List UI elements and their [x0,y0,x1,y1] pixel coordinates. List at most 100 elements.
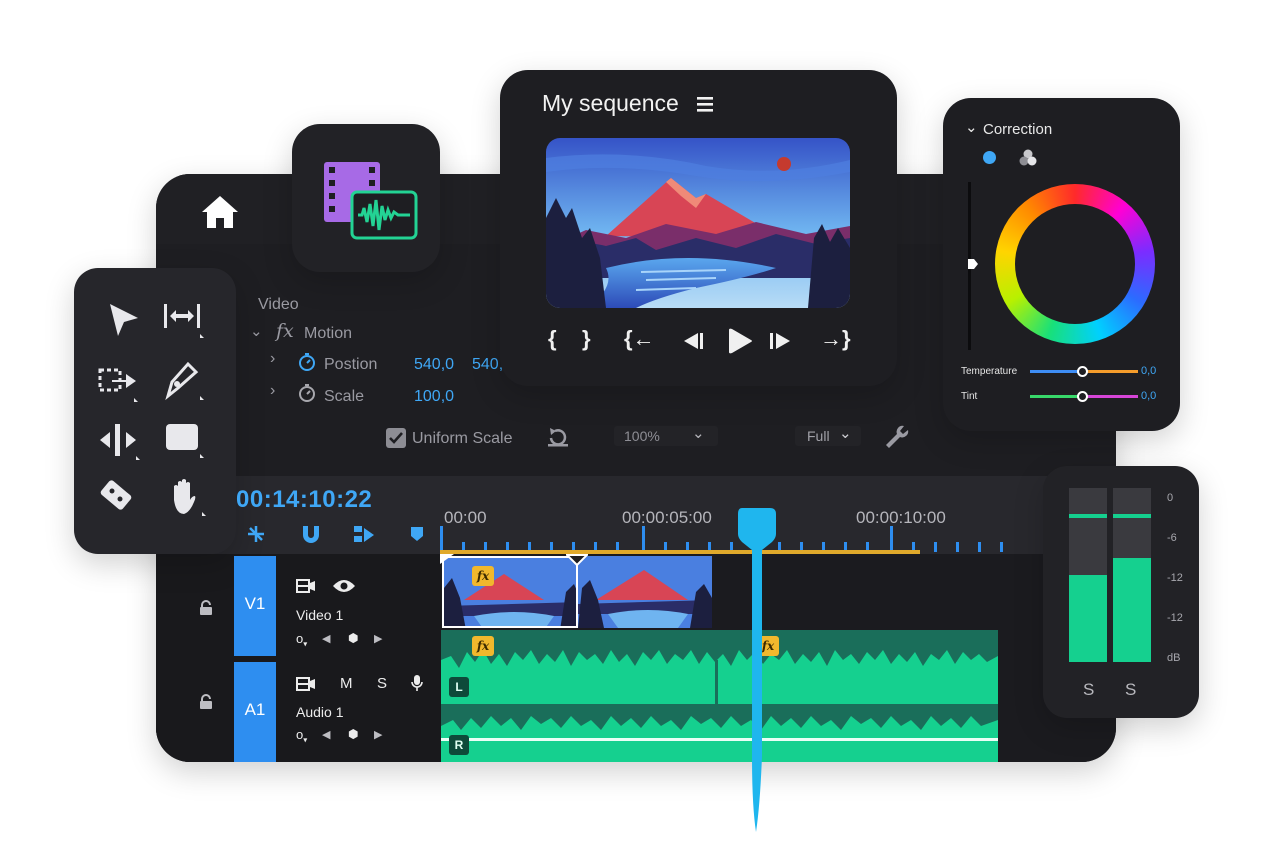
channel-right-badge: R [449,735,469,755]
uniform-scale-checkbox[interactable] [386,428,406,448]
chevron-down-icon: ⌄ [839,425,852,442]
color-wheel[interactable] [995,184,1155,344]
timecode[interactable]: 00:14:10:22 [236,486,372,514]
chevron-right-icon[interactable]: › [270,382,275,400]
temperature-value[interactable]: 0,0 [1141,365,1156,377]
scale-value[interactable]: 100,0 [414,388,454,406]
hand-tool-icon[interactable] [162,474,206,518]
toggle-track-output-icon[interactable] [296,676,316,692]
section-video-label: Video [258,296,299,313]
film-audio-icon [324,162,418,240]
zoom-dropdown[interactable]: 100% ⌄ [614,425,718,446]
solo-left-button[interactable]: S [1083,680,1094,700]
razor-tool-icon[interactable] [94,474,138,518]
slider-handle-icon[interactable] [967,258,979,270]
meter-right-peak [1113,514,1151,518]
audio-clip[interactable] [441,630,998,762]
stopwatch-icon[interactable] [298,352,316,372]
add-keyframe-icon[interactable]: ⬢ [348,727,358,741]
keyframe-options-icon[interactable]: o▾ [296,727,307,745]
track-name[interactable]: Video 1 [296,607,343,623]
solo-right-button[interactable]: S [1125,680,1136,700]
lock-icon[interactable] [198,694,214,710]
tint-value[interactable]: 0,0 [1141,390,1156,402]
step-back-icon[interactable] [682,332,706,350]
menu-icon[interactable] [696,95,714,113]
linked-selection-icon[interactable] [352,524,376,546]
step-forward-icon[interactable] [768,332,792,350]
previous-keyframe-icon[interactable]: ◀ [322,632,330,645]
track-v1-header[interactable]: V1 [234,556,276,656]
db-scale-label: 0 [1167,492,1174,504]
track-select-tool-icon[interactable] [96,360,140,404]
chevron-down-icon[interactable]: ⌄ [250,322,263,340]
rectangle-tool-icon[interactable] [160,416,204,460]
tint-handle[interactable] [1077,391,1088,402]
tools-panel [74,268,236,554]
ripple-edit-tool-icon[interactable] [160,296,204,340]
chevron-down-icon[interactable]: ⌄ [965,118,978,136]
motion-label: Motion [304,325,353,342]
keyframe-options-icon[interactable]: o▾ [296,631,307,649]
mark-in-icon[interactable]: { [548,326,557,356]
db-scale-label: -12 [1167,572,1183,584]
channel-left-badge: L [449,677,469,697]
microphone-icon[interactable] [410,674,424,692]
magnet-icon[interactable] [300,524,322,546]
reset-icon[interactable] [546,426,570,448]
selection-tool-icon[interactable] [102,298,146,342]
ruler-label: 00:00:10:00 [856,508,946,527]
keyframe-controls: o▾ ◀ ⬢ ▶ [296,727,396,745]
position-y-value[interactable]: 540, [472,356,503,374]
color-wheel-center [1015,204,1135,324]
fx-badge[interactable]: fx [472,566,494,586]
wrench-icon[interactable] [882,423,910,449]
stopwatch-icon[interactable] [298,383,316,403]
scale-label: Scale [324,388,365,405]
temperature-label: Temperature [961,366,1018,377]
eye-icon[interactable] [332,578,356,594]
go-to-in-icon[interactable]: {← [624,326,655,356]
ruler-label: 00:00 [444,508,487,527]
zoom-value: 100% [624,428,660,444]
mute-button[interactable]: M [340,675,353,692]
solo-button[interactable]: S [377,675,387,692]
fx-badge[interactable]: fx [472,636,494,656]
mark-out-icon[interactable]: } [582,326,591,356]
marker-icon[interactable] [410,526,424,542]
track-name[interactable]: Audio 1 [296,704,343,720]
sequence-title: My sequence [542,90,679,116]
play-icon[interactable] [726,328,754,354]
temperature-handle[interactable] [1077,366,1088,377]
position-x-value[interactable]: 540,0 [414,356,454,374]
transition-handle-icon[interactable] [566,554,588,566]
pen-tool-icon[interactable] [160,358,204,402]
previous-keyframe-icon[interactable]: ◀ [322,728,330,741]
program-monitor: My sequence { } {← →} [500,70,897,386]
track-a1-header[interactable]: A1 [234,662,276,762]
go-to-out-icon[interactable]: →} [820,326,851,356]
meter-left-peak [1069,514,1107,518]
next-keyframe-icon[interactable]: ▶ [374,728,382,741]
lock-icon[interactable] [198,600,214,616]
color-dot-icon[interactable] [983,151,996,164]
three-circles-icon[interactable] [1019,149,1037,166]
uniform-scale-label: Uniform Scale [412,430,513,447]
video-clip[interactable] [578,556,712,628]
audio-meter-panel: 0 -6 -12 -12 dB S S [1043,466,1199,718]
playhead[interactable] [734,506,782,836]
toggle-track-output-icon[interactable] [296,578,316,594]
slip-tool-icon[interactable] [96,418,140,462]
media-tile[interactable] [292,124,440,272]
clip-thumbnail-image [444,558,576,626]
next-keyframe-icon[interactable]: ▶ [374,632,382,645]
add-keyframe-icon[interactable]: ⬢ [348,631,358,645]
trim-handle-icon[interactable] [440,554,456,564]
db-scale-label: -12 [1167,612,1183,624]
quality-dropdown[interactable]: Full ⌄ [795,425,861,446]
color-correction-panel: ⌄ Correction Temperature 0,0 Tint 0,0 [943,98,1180,431]
chevron-right-icon[interactable]: › [270,350,275,368]
snap-off-icon[interactable] [244,524,268,544]
home-icon[interactable] [200,192,240,232]
video-clip[interactable] [442,556,578,628]
